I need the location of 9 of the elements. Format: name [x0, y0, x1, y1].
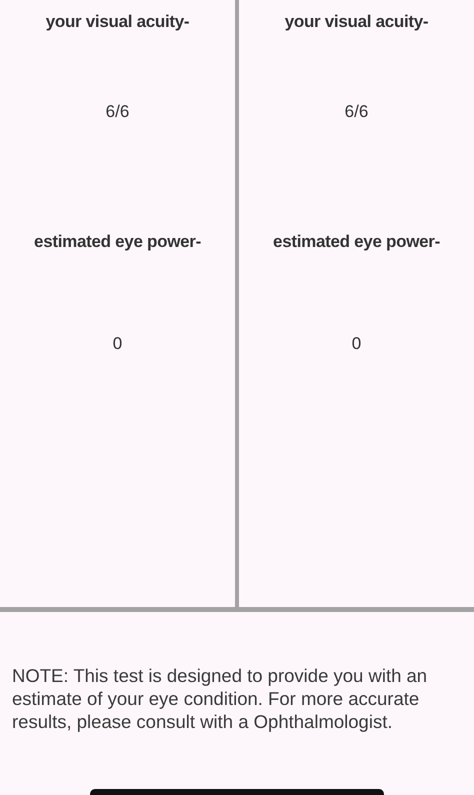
acuity-label: your visual acuity-: [46, 12, 190, 32]
eye-power-value: 0: [352, 334, 362, 354]
acuity-value: 6/6: [344, 102, 368, 122]
acuity-label: your visual acuity-: [284, 12, 428, 32]
note-text: NOTE: This test is designed to provide you with an estimate of your eye condition. For more accurate results, please consult with a Ophthalmologist.: [12, 664, 428, 733]
eye-power-label: estimated eye power-: [273, 232, 440, 252]
acuity-value: 6/6: [106, 102, 130, 122]
eye-power-value: 0: [112, 334, 122, 354]
eye-power-label: estimated eye power-: [34, 232, 201, 252]
